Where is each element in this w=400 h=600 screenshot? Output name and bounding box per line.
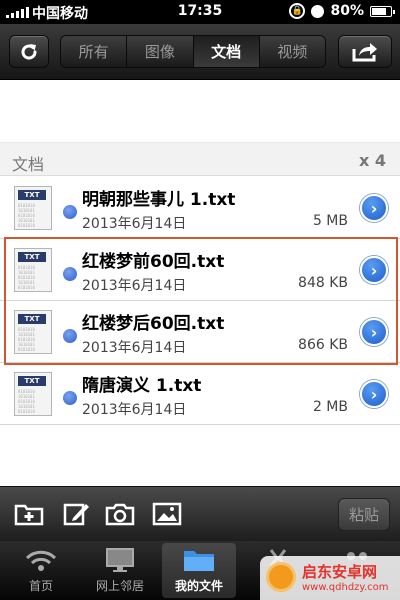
tab-label: 网上邻居 [95, 579, 144, 593]
file-row[interactable]: 0101010 1010101 0101010 1010101 0101010 TXT … [0, 177, 400, 239]
camera-icon[interactable] [104, 501, 136, 527]
unread-dot-icon [63, 267, 77, 281]
tab-images[interactable]: 图像 [127, 36, 194, 67]
tab-label: 我的文件 [174, 579, 223, 593]
section-header: 文档 x 4 [0, 142, 400, 176]
watermark-url: www.qdhdzy.com [302, 582, 389, 593]
tab-home[interactable]: 首页 [4, 543, 78, 598]
file-row[interactable]: 0101010 1010101 0101010 1010101 0101010 TXT … [0, 363, 400, 425]
file-date: 2013年6月14日 [82, 278, 187, 294]
txt-file-icon: 0101010 1010101 0101010 1010101 0101010 TXT [12, 310, 54, 354]
category-segmented-control: 所有 图像 文档 视频 [60, 35, 326, 68]
file-date: 2013年6月14日 [82, 216, 187, 232]
battery-percent: 80% [330, 3, 364, 19]
status-bar: 中国移动 17:35 🔒 80% [0, 0, 400, 24]
detail-disclosure-button[interactable]: › [360, 318, 388, 346]
action-bar: 粘贴 [0, 486, 400, 541]
edit-icon[interactable] [60, 501, 92, 527]
share-icon [352, 42, 377, 61]
txt-file-icon: 0101010 1010101 0101010 1010101 0101010 TXT [12, 248, 54, 292]
detail-disclosure-button[interactable]: › [360, 380, 388, 408]
tab-all[interactable]: 所有 [61, 36, 128, 67]
new-folder-icon[interactable] [14, 501, 46, 527]
detail-disclosure-button[interactable]: › [360, 256, 388, 284]
tab-documents[interactable]: 文档 [193, 36, 260, 67]
unread-dot-icon [63, 205, 77, 219]
tab-my-files[interactable]: 我的文件 [162, 543, 236, 598]
tab-label: 首页 [28, 579, 53, 593]
refresh-button[interactable] [9, 35, 49, 68]
battery-icon [370, 5, 395, 17]
monitor-icon [106, 548, 134, 572]
refresh-icon [21, 43, 37, 60]
section-count: x 4 [358, 151, 386, 170]
file-name: 隋唐演义 1.txt [82, 376, 202, 396]
file-size: 848 KB [298, 275, 348, 291]
txt-file-icon: 0101010 1010101 0101010 1010101 0101010 TXT [12, 186, 54, 230]
watermark: 启东安卓网 www.qdhdzy.com [260, 556, 400, 600]
txt-file-icon: 0101010 1010101 0101010 1010101 0101010 TXT [12, 372, 54, 416]
detail-disclosure-button[interactable]: › [360, 194, 388, 222]
top-toolbar: 所有 图像 文档 视频 [0, 24, 400, 80]
alarm-icon [311, 4, 325, 18]
file-row[interactable]: 0101010 1010101 0101010 1010101 0101010 TXT … [0, 239, 400, 301]
file-size: 2 MB [312, 399, 348, 415]
share-button[interactable] [338, 35, 392, 68]
unread-dot-icon [63, 391, 77, 405]
file-name: 红楼梦后60回.txt [82, 314, 225, 334]
watermark-title: 启东安卓网 [302, 563, 378, 581]
paste-button[interactable]: 粘贴 [338, 498, 390, 531]
watermark-logo-icon [266, 562, 296, 592]
unread-dot-icon [63, 329, 77, 343]
wifi-icon [25, 550, 57, 571]
rotation-lock-icon: 🔒 [289, 3, 306, 19]
tab-network[interactable]: 网上邻居 [83, 543, 157, 598]
file-date: 2013年6月14日 [82, 402, 187, 418]
file-size: 5 MB [312, 213, 348, 229]
file-name: 红楼梦前60回.txt [82, 252, 225, 272]
file-size: 866 KB [298, 337, 348, 353]
tab-videos[interactable]: 视频 [259, 36, 325, 67]
file-date: 2013年6月14日 [82, 340, 187, 356]
section-title: 文档 [12, 155, 45, 174]
file-row[interactable]: 0101010 1010101 0101010 1010101 0101010 TXT … [0, 301, 400, 363]
file-name: 明朝那些事儿 1.txt [82, 190, 236, 210]
photo-icon[interactable] [151, 501, 183, 527]
folder-icon [184, 551, 214, 571]
